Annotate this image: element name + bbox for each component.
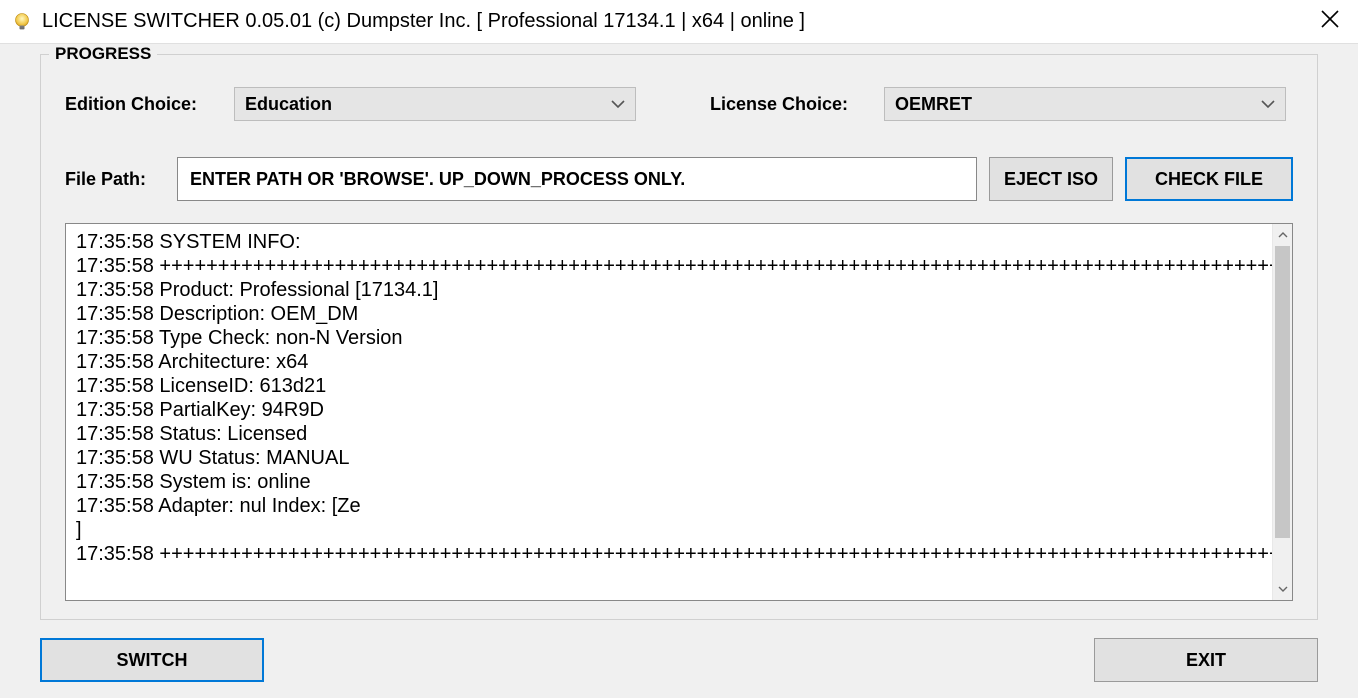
titlebar: LICENSE SWITCHER 0.05.01 (c) Dumpster In… xyxy=(0,0,1358,44)
license-select-value: OEMRET xyxy=(895,94,972,115)
filepath-input[interactable] xyxy=(177,157,977,201)
log-output: 17:35:58 SYSTEM INFO: 17:35:58 +++++++++… xyxy=(65,223,1293,601)
filepath-label: File Path: xyxy=(65,169,165,190)
chevron-down-icon xyxy=(1261,99,1275,109)
app-window: LICENSE SWITCHER 0.05.01 (c) Dumpster In… xyxy=(0,0,1358,698)
progress-groupbox: PROGRESS Edition Choice: Education Licen… xyxy=(40,54,1318,620)
lightbulb-icon xyxy=(12,12,32,32)
exit-button[interactable]: EXIT xyxy=(1094,638,1318,682)
footer-row: SWITCH EXIT xyxy=(40,620,1318,682)
close-icon xyxy=(1321,10,1339,34)
scroll-up-button[interactable] xyxy=(1273,224,1292,246)
scrollbar-thumb[interactable] xyxy=(1275,246,1290,538)
chevron-down-icon xyxy=(611,99,625,109)
eject-iso-button[interactable]: EJECT ISO xyxy=(989,157,1113,201)
window-title: LICENSE SWITCHER 0.05.01 (c) Dumpster In… xyxy=(42,10,1302,33)
edition-select[interactable]: Education xyxy=(234,87,636,121)
license-label: License Choice: xyxy=(710,94,870,115)
edition-label: Edition Choice: xyxy=(65,94,220,115)
choice-row: Edition Choice: Education License Choice… xyxy=(65,87,1293,121)
check-file-button[interactable]: CHECK FILE xyxy=(1125,157,1293,201)
groupbox-title: PROGRESS xyxy=(49,44,157,64)
scroll-down-button[interactable] xyxy=(1273,578,1292,600)
vertical-scrollbar[interactable] xyxy=(1272,224,1292,600)
license-select[interactable]: OEMRET xyxy=(884,87,1286,121)
close-button[interactable] xyxy=(1302,0,1358,44)
switch-button[interactable]: SWITCH xyxy=(40,638,264,682)
edition-select-value: Education xyxy=(245,94,332,115)
content-area: PROGRESS Edition Choice: Education Licen… xyxy=(0,44,1358,698)
log-text[interactable]: 17:35:58 SYSTEM INFO: 17:35:58 +++++++++… xyxy=(66,224,1272,600)
scrollbar-track[interactable] xyxy=(1273,246,1292,578)
filepath-row: File Path: EJECT ISO CHECK FILE xyxy=(65,157,1293,201)
